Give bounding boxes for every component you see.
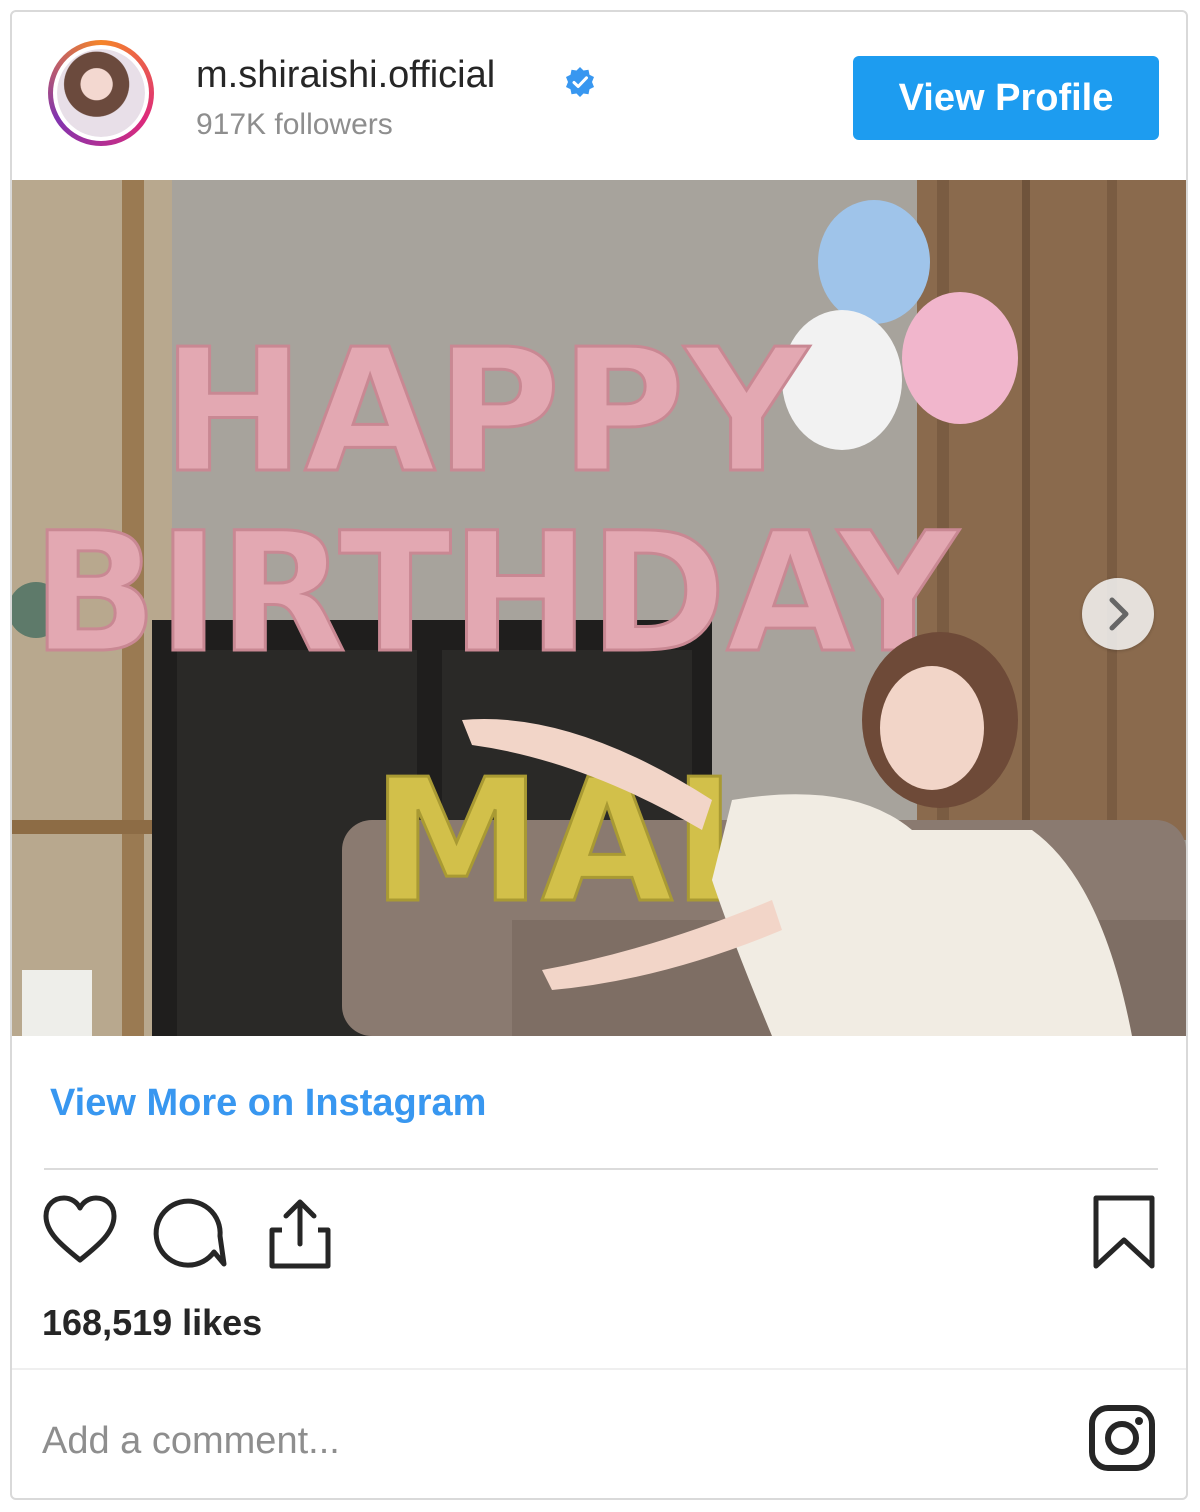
balloon-letters-happy: HAPPY <box>162 313 810 511</box>
comment-icon[interactable] <box>150 1192 230 1272</box>
view-profile-button[interactable]: View Profile <box>853 56 1159 140</box>
divider <box>44 1168 1158 1170</box>
username[interactable]: m.shiraishi.official <box>196 54 495 97</box>
heart-icon[interactable] <box>40 1192 120 1272</box>
instagram-embed-card: m.shiraishi.official 917K followers View… <box>10 10 1188 1500</box>
follower-count: 917K followers <box>196 108 393 141</box>
view-more-link[interactable]: View More on Instagram <box>50 1082 486 1125</box>
post-photo-scene: HAPPY BIRTHDAY MAI <box>12 180 1186 1036</box>
avatar[interactable] <box>48 40 154 146</box>
divider <box>12 1368 1186 1370</box>
avatar-image <box>57 49 145 137</box>
verified-badge-icon <box>566 67 594 97</box>
avatar-frame <box>53 45 149 141</box>
post-image[interactable]: HAPPY BIRTHDAY MAI <box>12 180 1186 1036</box>
chevron-right-icon <box>1109 597 1129 631</box>
share-icon[interactable] <box>260 1192 340 1272</box>
balloon-letters-birthday: BIRTHDAY <box>32 497 960 689</box>
carousel-next-button[interactable] <box>1082 578 1154 650</box>
like-count: 168,519 likes <box>42 1302 263 1343</box>
comment-input[interactable] <box>40 1410 944 1472</box>
balloon-letters-mai: MAI <box>372 743 736 941</box>
instagram-icon[interactable] <box>1086 1402 1158 1474</box>
post-header: m.shiraishi.official 917K followers View… <box>12 12 1186 180</box>
bookmark-icon[interactable] <box>1084 1192 1164 1272</box>
